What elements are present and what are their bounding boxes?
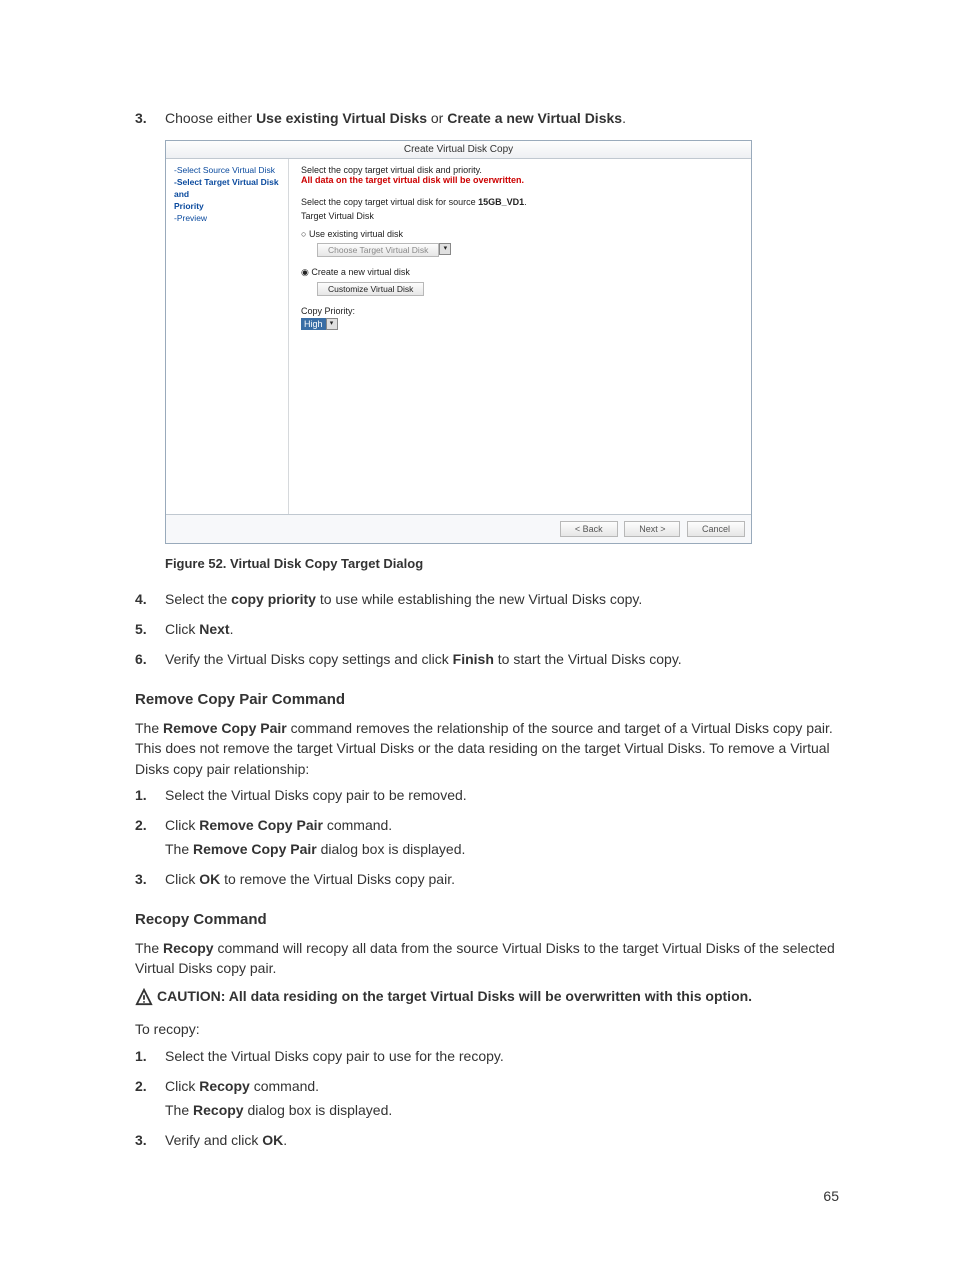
- next-button[interactable]: Next >: [624, 521, 680, 537]
- copy-priority-label: Copy Priority:: [301, 306, 743, 316]
- sec2-step-1: 1. Select the Virtual Disks copy pair to…: [135, 1048, 839, 1064]
- radio-icon: ○: [301, 229, 306, 239]
- dialog-title: Create Virtual Disk Copy: [166, 141, 751, 159]
- choose-target-dropdown[interactable]: Choose Target Virtual Disk▾: [317, 243, 743, 257]
- dialog-screenshot: Create Virtual Disk Copy -Select Source …: [165, 140, 752, 544]
- back-button[interactable]: < Back: [560, 521, 618, 537]
- sec2-step-3: 3. Verify and click OK.: [135, 1132, 839, 1148]
- heading-recopy: Recopy Command: [135, 911, 839, 928]
- target-vd-label: Target Virtual Disk: [301, 211, 743, 221]
- step-number: 3.: [135, 110, 165, 126]
- sidebar-step-preview: -Preview: [174, 213, 284, 225]
- step-text: Select the Virtual Disks copy pair to us…: [165, 1048, 839, 1064]
- radio-selected-icon: ◉: [301, 267, 309, 277]
- dialog-footer: < Back Next > Cancel: [166, 514, 751, 543]
- sec2-step-2: 2. Click Recopy command. The Recopy dial…: [135, 1078, 839, 1118]
- step-5: 5. Click Next.: [135, 621, 839, 637]
- step-3: 3. Choose either Use existing Virtual Di…: [135, 110, 839, 126]
- step-number: 2.: [135, 817, 165, 857]
- cancel-button[interactable]: Cancel: [687, 521, 745, 537]
- paragraph: The Remove Copy Pair command removes the…: [135, 718, 839, 779]
- step-number: 3.: [135, 1132, 165, 1148]
- chevron-down-icon: ▾: [326, 318, 338, 330]
- select-target-text: Select the copy target virtual disk for …: [301, 197, 743, 207]
- dialog-body: -Select Source Virtual Disk -Select Targ…: [166, 159, 751, 514]
- step-text: Select the Virtual Disks copy pair to be…: [165, 787, 839, 803]
- dialog-main: Select the copy target virtual disk and …: [289, 159, 751, 514]
- caution-icon: [135, 988, 157, 1009]
- step-text: Click Recopy command. The Recopy dialog …: [165, 1078, 839, 1118]
- figure-caption: Figure 52. Virtual Disk Copy Target Dial…: [165, 556, 839, 571]
- step-4: 4. Select the copy priority to use while…: [135, 591, 839, 607]
- caution-text: CAUTION: All data residing on the target…: [157, 988, 752, 1004]
- step-text: Verify the Virtual Disks copy settings a…: [165, 651, 839, 667]
- step-number: 1.: [135, 787, 165, 803]
- caution-block: CAUTION: All data residing on the target…: [135, 988, 839, 1009]
- chevron-down-icon: ▾: [439, 243, 451, 255]
- paragraph: To recopy:: [135, 1019, 839, 1039]
- paragraph: The Recopy command will recopy all data …: [135, 938, 839, 979]
- step-text: Click OK to remove the Virtual Disks cop…: [165, 871, 839, 887]
- step-text: Click Remove Copy Pair command. The Remo…: [165, 817, 839, 857]
- step-text: Click Next.: [165, 621, 839, 637]
- sec1-step-1: 1. Select the Virtual Disks copy pair to…: [135, 787, 839, 803]
- step-text: Verify and click OK.: [165, 1132, 839, 1148]
- warning-text: All data on the target virtual disk will…: [301, 175, 743, 185]
- step-text: Select the copy priority to use while es…: [165, 591, 839, 607]
- customize-vd-button[interactable]: Customize Virtual Disk: [317, 282, 743, 296]
- step-6: 6. Verify the Virtual Disks copy setting…: [135, 651, 839, 667]
- instruction-text: Select the copy target virtual disk and …: [301, 165, 743, 175]
- sec1-step-3: 3. Click OK to remove the Virtual Disks …: [135, 871, 839, 887]
- page-number: 65: [135, 1188, 839, 1204]
- radio-use-existing[interactable]: ○ Use existing virtual disk: [301, 229, 743, 239]
- step-text: Choose either Use existing Virtual Disks…: [165, 110, 839, 126]
- heading-remove-copy-pair: Remove Copy Pair Command: [135, 691, 839, 708]
- step-number: 5.: [135, 621, 165, 637]
- dialog-sidebar: -Select Source Virtual Disk -Select Targ…: [166, 159, 289, 514]
- sidebar-step-source: -Select Source Virtual Disk: [174, 165, 284, 177]
- step-number: 6.: [135, 651, 165, 667]
- radio-create-new[interactable]: ◉ Create a new virtual disk: [301, 267, 743, 278]
- step-number: 1.: [135, 1048, 165, 1064]
- sec1-step-2: 2. Click Remove Copy Pair command. The R…: [135, 817, 839, 857]
- sidebar-step-target: -Select Target Virtual Disk and Priority: [174, 177, 284, 213]
- step-number: 2.: [135, 1078, 165, 1118]
- step-number: 4.: [135, 591, 165, 607]
- copy-priority-select[interactable]: High▾: [301, 318, 743, 330]
- step-number: 3.: [135, 871, 165, 887]
